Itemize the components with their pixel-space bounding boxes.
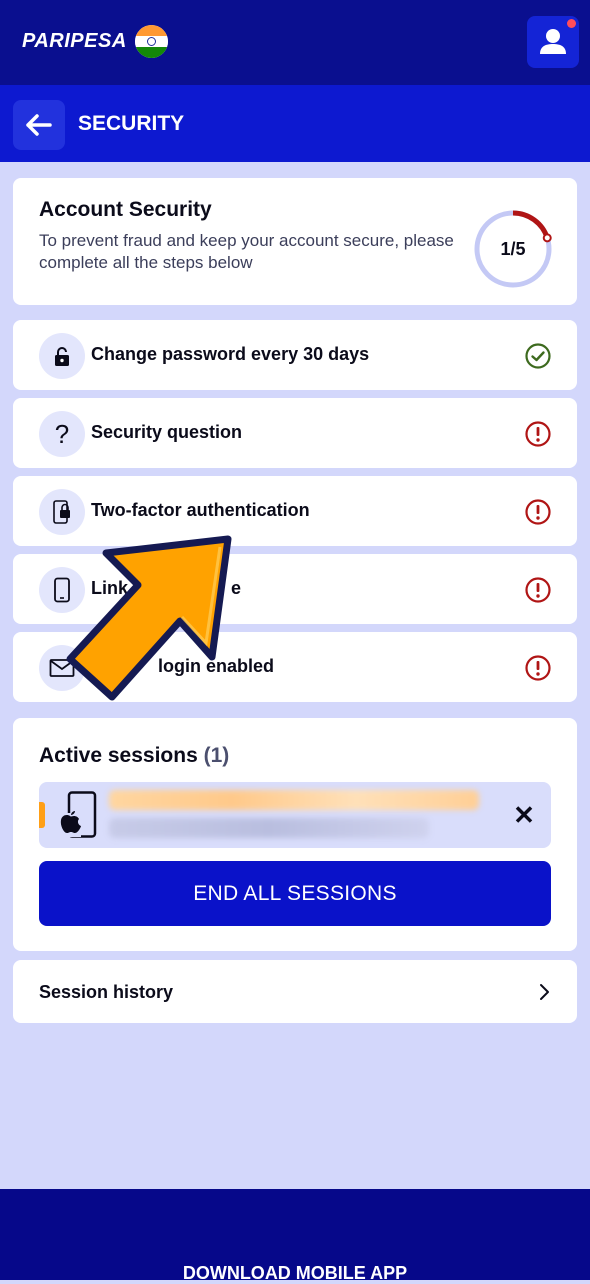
step-row-change-password[interactable]: Change password every 30 days — [13, 320, 577, 390]
lock-icon — [39, 333, 85, 379]
step-row-security-question[interactable]: ? Security question — [13, 398, 577, 468]
session-history-label: Session history — [39, 982, 174, 1002]
session-current-marker — [39, 802, 45, 828]
arrow-left-icon — [26, 114, 52, 136]
active-sessions-label: Active sessions — [39, 744, 198, 767]
step-label: login enabled — [158, 656, 275, 676]
account-security-title: Account Security — [39, 198, 212, 221]
account-security-subtitle: To prevent fraud and keep your account s… — [39, 231, 454, 272]
profile-button[interactable] — [527, 16, 579, 68]
step-label: Two-factor authentication — [91, 500, 310, 520]
step-label: Security question — [91, 422, 243, 442]
notification-dot — [567, 19, 576, 28]
progress-label: 1/5 — [500, 239, 526, 259]
step-row-email-login[interactable]: login enabled — [13, 632, 577, 702]
warning-circle-icon — [525, 577, 551, 603]
footer: DOWNLOAD MOBILE APP — [0, 1189, 590, 1283]
back-button[interactable] — [13, 100, 65, 150]
paripesa-logo[interactable]: PARIPESA — [22, 30, 127, 53]
india-flag-icon[interactable] — [135, 25, 168, 58]
end-all-sessions-button[interactable]: END ALL SESSIONS — [39, 861, 551, 926]
active-sessions-card: Active sessions (1) ✕ END ALL SESSIONS — [13, 718, 577, 951]
warning-circle-icon — [525, 421, 551, 447]
page-title: SECURITY — [78, 112, 185, 135]
download-app-link[interactable]: DOWNLOAD MOBILE APP — [0, 1263, 590, 1284]
check-circle-icon — [525, 343, 551, 369]
step-row-link-phone[interactable]: Link e — [13, 554, 577, 624]
active-sessions-title: Active sessions (1) — [39, 744, 229, 768]
step-row-two-factor[interactable]: Two-factor authentication — [13, 476, 577, 546]
top-bar: PARIPESA — [0, 0, 590, 85]
question-icon: ? — [39, 411, 85, 457]
step-label-part: e — [231, 578, 242, 598]
warning-circle-icon — [525, 655, 551, 681]
page-header: SECURITY — [0, 85, 590, 162]
phone-lock-icon — [39, 489, 85, 535]
step-label-part: Link — [91, 578, 129, 598]
close-session-button[interactable]: ✕ — [509, 800, 539, 830]
account-security-card: Account Security To prevent fraud and ke… — [13, 178, 577, 305]
step-label: Change password every 30 days — [91, 344, 370, 364]
session-device-info-redacted — [109, 790, 479, 810]
phone-icon — [39, 567, 85, 613]
session-ip-info-redacted — [109, 818, 429, 838]
session-history-row[interactable]: Session history — [13, 960, 577, 1023]
warning-circle-icon — [525, 499, 551, 525]
chevron-right-icon — [540, 984, 549, 1000]
apple-device-icon — [59, 791, 97, 838]
envelope-icon — [39, 645, 85, 691]
active-sessions-count: (1) — [203, 744, 230, 767]
session-item[interactable]: ✕ — [39, 782, 551, 848]
